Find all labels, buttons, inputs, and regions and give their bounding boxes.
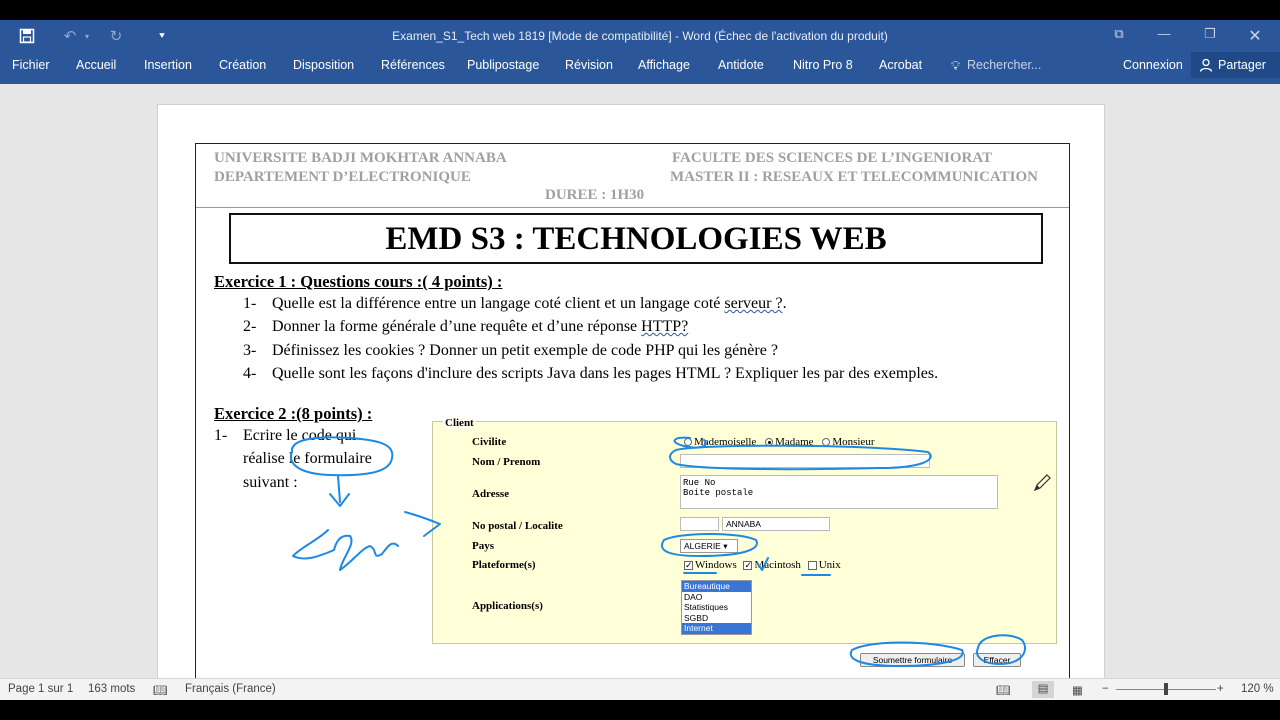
print-layout-icon[interactable]: ▤ <box>1032 681 1054 698</box>
share-button[interactable]: Partager <box>1191 52 1280 78</box>
page-indicator[interactable]: Page 1 sur 1 <box>8 683 73 695</box>
header-department: DEPARTEMENT D’ELECTRONIQUE <box>214 169 471 185</box>
person-icon <box>1199 58 1213 72</box>
question-number: 4- <box>243 365 257 382</box>
postal-field <box>680 517 719 531</box>
ribbon-tabs: Fichier Accueil Insertion Création Dispo… <box>0 52 1280 84</box>
question-text: Quelle est la différence entre un langag… <box>272 295 787 312</box>
nom-field <box>680 454 930 468</box>
pays-select: ALGERIE ▾ <box>680 539 738 553</box>
lightbulb-icon: 💡︎ <box>951 58 961 73</box>
tab-references[interactable]: Références <box>381 58 445 72</box>
ribbon-display-icon[interactable]: ⧉ <box>1104 26 1134 46</box>
question-number: 2- <box>243 318 257 335</box>
label-adresse: Adresse <box>472 488 510 500</box>
question-number: 1- <box>243 295 257 312</box>
header-divider <box>196 207 1069 208</box>
list-item: Statistiques <box>684 602 728 612</box>
tab-antidote[interactable]: Antidote <box>718 58 764 72</box>
radio-monsieur <box>822 438 831 447</box>
restore-icon[interactable]: ❐ <box>1195 26 1225 46</box>
label-nom: Nom / Prenom <box>472 456 541 468</box>
exercise-1-title: Exercice 1 : Questions cours :( 4 points… <box>214 272 503 291</box>
share-label: Partager <box>1218 58 1266 72</box>
adresse-textarea: Rue No Boite postale <box>680 475 998 509</box>
title-bar: ↶ ▾ ↻ ⯆ Examen_S1_Tech web 1819 [Mode de… <box>0 20 1280 52</box>
tab-fichier[interactable]: Fichier <box>12 58 50 72</box>
minimize-icon[interactable]: — <box>1149 26 1179 46</box>
checkbox-macintosh: ✓ <box>743 559 753 570</box>
question-text: Donner la forme générale d’une requête e… <box>272 318 689 335</box>
form-image: Client Civilite Nom / Prenom Adresse No … <box>432 417 1057 644</box>
tab-creation[interactable]: Création <box>219 58 266 72</box>
top-letterbox <box>0 0 1280 20</box>
signin-link[interactable]: Connexion <box>1123 58 1183 72</box>
tab-publipostage[interactable]: Publipostage <box>467 58 539 72</box>
header-university: UNIVERSITE BADJI MOKHTAR ANNABA <box>214 150 507 166</box>
question-number: 3- <box>243 342 257 359</box>
list-item: DAO <box>684 591 703 602</box>
radio-madame <box>765 438 774 447</box>
tab-acrobat[interactable]: Acrobat <box>879 58 922 72</box>
pen-cursor-icon <box>1032 473 1052 498</box>
zoom-level[interactable]: 120 % <box>1241 683 1274 695</box>
label-pays: Pays <box>472 540 494 552</box>
web-layout-icon[interactable]: ▦ <box>1072 683 1083 697</box>
window-title: Examen_S1_Tech web 1819 [Mode de compati… <box>392 29 888 43</box>
submit-form-button: Soumettre formulaire <box>860 653 965 667</box>
label-civilite: Civilite <box>472 436 507 448</box>
civilite-options: Mademoiselle Madame Monsieur <box>684 436 874 448</box>
proofing-icon[interactable]: 📖︎ <box>153 683 168 697</box>
question-number: 1- <box>214 427 228 444</box>
list-item: SGBD <box>684 612 709 623</box>
word-count[interactable]: 163 mots <box>88 683 135 695</box>
radio-mademoiselle <box>684 438 692 447</box>
question-line-2: réalise le formulaire <box>243 450 372 467</box>
tab-accueil[interactable]: Accueil <box>76 58 116 72</box>
label-applications: Applications(s) <box>472 600 543 612</box>
document-page[interactable]: UNIVERSITE BADJI MOKHTAR ANNABA DEPARTEM… <box>157 104 1105 678</box>
label-postal: No postal / Localite <box>472 520 563 532</box>
tab-insertion[interactable]: Insertion <box>144 58 192 72</box>
zoom-slider-thumb[interactable] <box>1164 683 1168 695</box>
question-text: Définissez les cookies ? Donner un petit… <box>272 342 778 359</box>
status-bar: Page 1 sur 1 163 mots 📖︎ Français (Franc… <box>0 678 1280 700</box>
applications-listbox: Bureautique DAO Statistiques SGBD Intern… <box>681 580 752 635</box>
exercise-2-title: Exercice 2 :(8 points) : <box>214 404 373 423</box>
header-duration: DUREE : 1H30 <box>545 187 645 203</box>
platform-options: ✓ Windows ✓ Macintosh Unix <box>684 559 841 571</box>
list-item: Internet <box>682 623 751 634</box>
language-indicator[interactable]: Français (France) <box>185 683 276 695</box>
question-line-3: suivant : <box>243 474 298 491</box>
question-text: Quelle sont les façons d'inclure des scr… <box>272 365 939 382</box>
checkbox-windows: ✓ <box>684 559 693 570</box>
form-legend: Client <box>443 417 476 429</box>
tab-nitro[interactable]: Nitro Pro 8 <box>793 58 853 72</box>
zoom-out-icon[interactable]: − <box>1102 683 1109 695</box>
exam-title: EMD S3 : TECHNOLOGIES WEB <box>229 213 1043 264</box>
zoom-in-icon[interactable]: + <box>1217 683 1224 695</box>
checkbox-unix <box>807 560 817 570</box>
tab-disposition[interactable]: Disposition <box>293 58 354 72</box>
tell-me-search[interactable]: Rechercher... <box>967 58 1041 72</box>
localite-field: ANNABA <box>722 517 830 531</box>
question-line-1: Ecrire le code qui <box>243 427 357 444</box>
reset-form-button: Effacer <box>973 653 1021 667</box>
label-plateforme: Plateforme(s) <box>472 559 536 571</box>
list-item: Bureautique <box>682 581 751 592</box>
close-icon[interactable]: ✕ <box>1240 26 1270 46</box>
read-mode-icon[interactable]: 📖︎ <box>996 683 1011 697</box>
document-area[interactable]: UNIVERSITE BADJI MOKHTAR ANNABA DEPARTEM… <box>0 84 1280 678</box>
header-faculty: FACULTE DES SCIENCES DE L’INGENIORAT <box>672 150 993 166</box>
tab-affichage[interactable]: Affichage <box>638 58 690 72</box>
tab-revision[interactable]: Révision <box>565 58 613 72</box>
header-master: MASTER II : RESEAUX ET TELECOMMUNICATION <box>670 169 1038 185</box>
bottom-letterbox <box>0 700 1280 720</box>
